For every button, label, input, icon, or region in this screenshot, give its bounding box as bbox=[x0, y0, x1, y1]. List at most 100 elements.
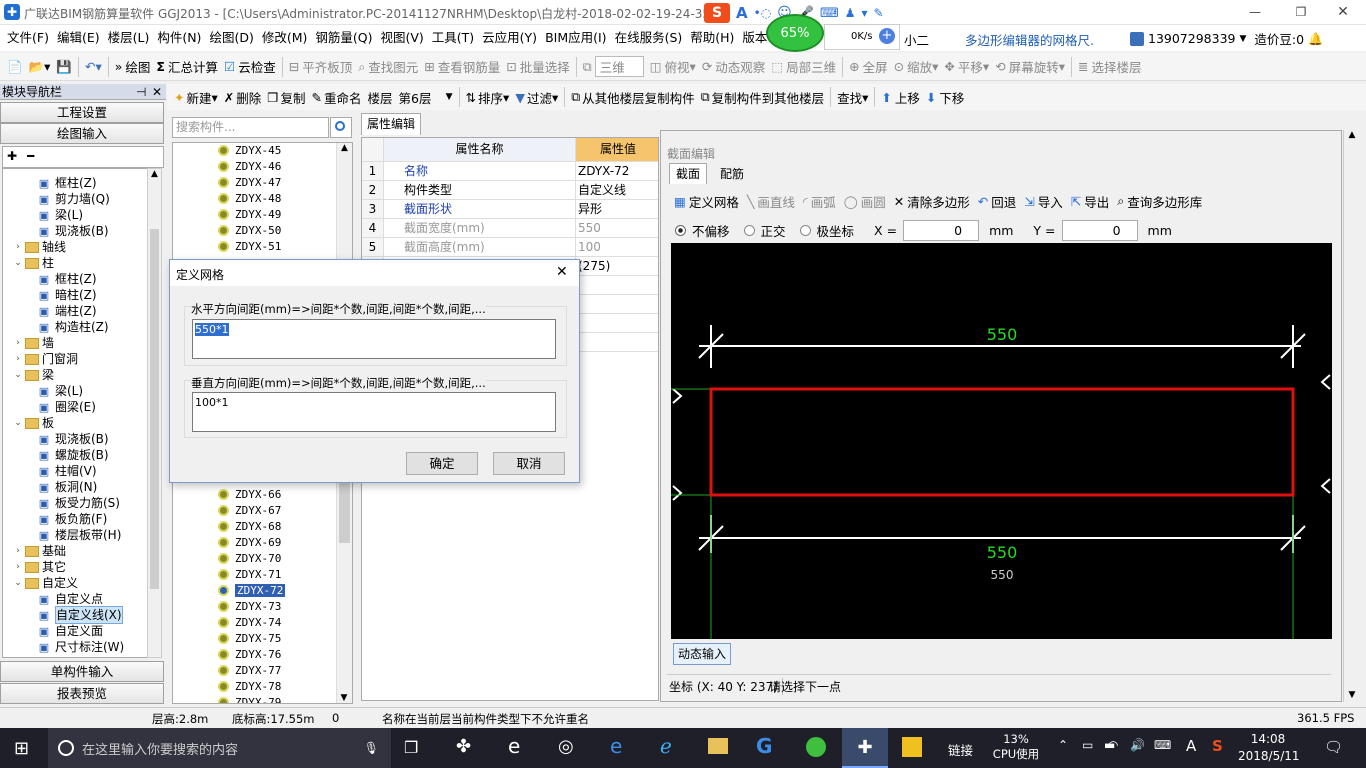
find-element-button[interactable]: ⌕ 查找图元 bbox=[355, 55, 421, 79]
property-row[interactable]: 1 名称 ZDYX-72 bbox=[362, 162, 658, 181]
glodon-app-icon[interactable]: ✚ bbox=[842, 728, 888, 768]
component-list-item[interactable]: ZDYX-79 bbox=[173, 695, 352, 703]
microphone-icon[interactable]: 🎙 bbox=[364, 741, 379, 755]
ime-punct-icon[interactable]: •◌ bbox=[754, 6, 772, 20]
tray-chevron-icon[interactable]: ⌃ bbox=[1058, 738, 1068, 752]
new-component-button[interactable]: ✦ 新建 ▾ bbox=[171, 85, 221, 109]
radio-no-offset[interactable]: 不偏移 bbox=[675, 221, 730, 240]
tab-section[interactable]: 截面 bbox=[669, 163, 707, 184]
nav-tree-item[interactable]: ▣ 梁(L) bbox=[3, 207, 148, 223]
expand-icon[interactable]: › bbox=[13, 335, 23, 351]
tab-rebar[interactable]: 配筋 bbox=[713, 165, 751, 184]
menu-help[interactable]: 帮助(H) bbox=[686, 25, 738, 51]
restore-button[interactable]: ❐ bbox=[1278, 0, 1324, 25]
windows-start-icon[interactable]: ⊞ bbox=[14, 738, 29, 759]
ie-icon[interactable]: e bbox=[508, 734, 520, 758]
collapse-icon[interactable]: ⌄ bbox=[13, 575, 23, 591]
property-row[interactable]: 5 截面高度(mm) 100 bbox=[362, 238, 658, 257]
single-component-button[interactable]: 单构件输入 bbox=[0, 661, 164, 682]
menu-cloud[interactable]: 云应用(Y) bbox=[478, 25, 541, 51]
account-area[interactable]: 13907298339 ▼ 造价豆:0 🔔 bbox=[1130, 29, 1323, 48]
local-3d-button[interactable]: ⬚ 局部三维 bbox=[768, 55, 839, 79]
draw-line-button[interactable]: ╲ 画直线 bbox=[744, 189, 798, 213]
fullscreen-button[interactable]: ⊕ 全屏 bbox=[846, 55, 891, 79]
find-button[interactable]: 查找 ▾ bbox=[834, 85, 871, 109]
y-input[interactable]: 0 bbox=[1061, 219, 1138, 241]
task-view-icon[interactable]: ❐ bbox=[404, 738, 418, 757]
nav-tree-item[interactable]: ⌄ 自定义 bbox=[3, 575, 148, 591]
nav-tree-item[interactable]: ▣ 柱帽(V) bbox=[3, 463, 148, 479]
component-list-item[interactable]: ZDYX-49 bbox=[173, 207, 352, 223]
nav-tree-item[interactable]: ▣ 暗柱(Z) bbox=[3, 287, 148, 303]
export-button[interactable]: ⇱ 导出 bbox=[1068, 189, 1113, 213]
nav-tree-item[interactable]: ▣ 自定义线(X) bbox=[3, 606, 148, 624]
component-list-item[interactable]: ZDYX-76 bbox=[173, 647, 352, 663]
menu-draw[interactable]: 绘图(D) bbox=[205, 25, 257, 51]
nav-tree-item[interactable]: ▣ 尺寸标注(W) bbox=[3, 639, 148, 655]
component-list-item[interactable]: ZDYX-48 bbox=[173, 191, 352, 207]
component-list-item[interactable]: ZDYX-46 bbox=[173, 159, 352, 175]
component-list-item[interactable]: ZDYX-73 bbox=[173, 599, 352, 615]
right-scrollbar[interactable]: ▲ ▼ bbox=[1343, 130, 1360, 702]
clear-polygon-button[interactable]: ✕ 清除多边形 bbox=[891, 189, 973, 213]
ime-chinese-icon[interactable]: A bbox=[736, 4, 748, 22]
expand-icon[interactable]: › bbox=[13, 351, 23, 367]
expand-icon[interactable]: › bbox=[13, 239, 23, 255]
taskbar-search[interactable]: 在这里输入你要搜索的内容 🎙 bbox=[48, 728, 391, 768]
collapse-icon[interactable]: ⌄ bbox=[13, 367, 23, 383]
component-list-item[interactable]: ZDYX-77 bbox=[173, 663, 352, 679]
rotate-button[interactable]: ⟲ 屏幕旋转 ▾ bbox=[992, 55, 1068, 79]
zoom-button[interactable]: ⊙ 缩放 ▾ bbox=[891, 55, 942, 79]
undo-icon[interactable]: ↶▾ bbox=[82, 55, 105, 79]
x-input[interactable]: 0 bbox=[903, 219, 980, 241]
component-list-item[interactable]: ZDYX-67 bbox=[173, 503, 352, 519]
nav-tree-item[interactable]: ▣ 端柱(Z) bbox=[3, 303, 148, 319]
view-rebar-button[interactable]: ⊞ 查看钢筋量 bbox=[421, 55, 503, 79]
nav-tree-item[interactable]: ▣ 板受力筋(S) bbox=[3, 495, 148, 511]
draw-circle-button[interactable]: ◯ 画圆 bbox=[841, 189, 889, 213]
component-list-item[interactable]: ZDYX-71 bbox=[173, 567, 352, 583]
save-icon[interactable]: 💾 bbox=[53, 55, 75, 79]
open-file-icon[interactable]: 📂▾ bbox=[26, 55, 54, 79]
nav-tree-item[interactable]: ▣ 现浇板(B) bbox=[3, 223, 148, 239]
nav-tree-item[interactable]: › 轴线 bbox=[3, 239, 148, 255]
nav-tree-item[interactable]: ▣ 梁(L) bbox=[3, 383, 148, 399]
ie-blue-icon[interactable]: ℯ bbox=[660, 734, 672, 758]
batch-select-button[interactable]: ⊡ 批量选择 bbox=[503, 55, 573, 79]
view-3d-select[interactable]: ⧉ 三维 bbox=[580, 55, 647, 79]
v-spacing-input[interactable]: 100*1 bbox=[192, 392, 556, 432]
select-floor-button[interactable]: ≣ 选择楼层 bbox=[1075, 55, 1145, 79]
cancel-button[interactable]: 取消 bbox=[493, 452, 565, 475]
copy-component-button[interactable]: ❐ 复制 bbox=[264, 85, 308, 109]
menu-floor[interactable]: 楼层(L) bbox=[104, 25, 154, 51]
define-grid-button[interactable]: ▦ 定义网格 bbox=[671, 189, 742, 213]
link-label[interactable]: 链接 bbox=[948, 740, 973, 759]
undo-button[interactable]: ↶ 回退 bbox=[975, 189, 1020, 213]
report-preview-button[interactable]: 报表预览 bbox=[0, 683, 164, 704]
menu-tools[interactable]: 工具(T) bbox=[428, 25, 478, 51]
nav-tree-item[interactable]: ▣ 板负筋(F) bbox=[3, 511, 148, 527]
menu-online[interactable]: 在线服务(S) bbox=[611, 25, 687, 51]
nav-tree-item[interactable]: ▣ 构造柱(Z) bbox=[3, 319, 148, 335]
menu-rebar[interactable]: 钢筋量(Q) bbox=[311, 25, 376, 51]
nav-scrollbar[interactable]: ▲ bbox=[147, 168, 162, 658]
top-view-button[interactable]: ◫ 俯视 ▾ bbox=[647, 55, 699, 79]
new-file-icon[interactable]: 📄 bbox=[4, 55, 26, 79]
radio-polar[interactable]: 极坐标 bbox=[799, 221, 854, 240]
component-list-item[interactable]: ZDYX-68 bbox=[173, 519, 352, 535]
nav-tree-item[interactable]: ▣ 板洞(N) bbox=[3, 479, 148, 495]
nav-tree-item[interactable]: › 门窗洞 bbox=[3, 351, 148, 367]
property-row[interactable]: 4 截面宽度(mm) 550 bbox=[362, 219, 658, 238]
move-up-button[interactable]: ⬆ 上移 bbox=[878, 85, 923, 109]
project-settings-button[interactable]: 工程设置 bbox=[0, 102, 164, 123]
bell-icon[interactable]: 🔔 bbox=[1308, 32, 1323, 46]
import-button[interactable]: ⇲ 导入 bbox=[1021, 189, 1066, 213]
wifi-icon[interactable]: ◠ bbox=[1108, 738, 1118, 752]
nav-tree-item[interactable]: ▣ 框柱(Z) bbox=[3, 175, 148, 191]
sogou-tray-icon[interactable]: S bbox=[1212, 737, 1223, 755]
nav-close-icon[interactable]: ✕ bbox=[152, 84, 162, 100]
component-search-input[interactable]: 搜索构件... bbox=[172, 117, 329, 138]
notes-app-icon[interactable] bbox=[902, 737, 922, 757]
menu-modify[interactable]: 修改(M) bbox=[258, 25, 312, 51]
menu-bim[interactable]: BIM应用(I) bbox=[541, 25, 611, 51]
